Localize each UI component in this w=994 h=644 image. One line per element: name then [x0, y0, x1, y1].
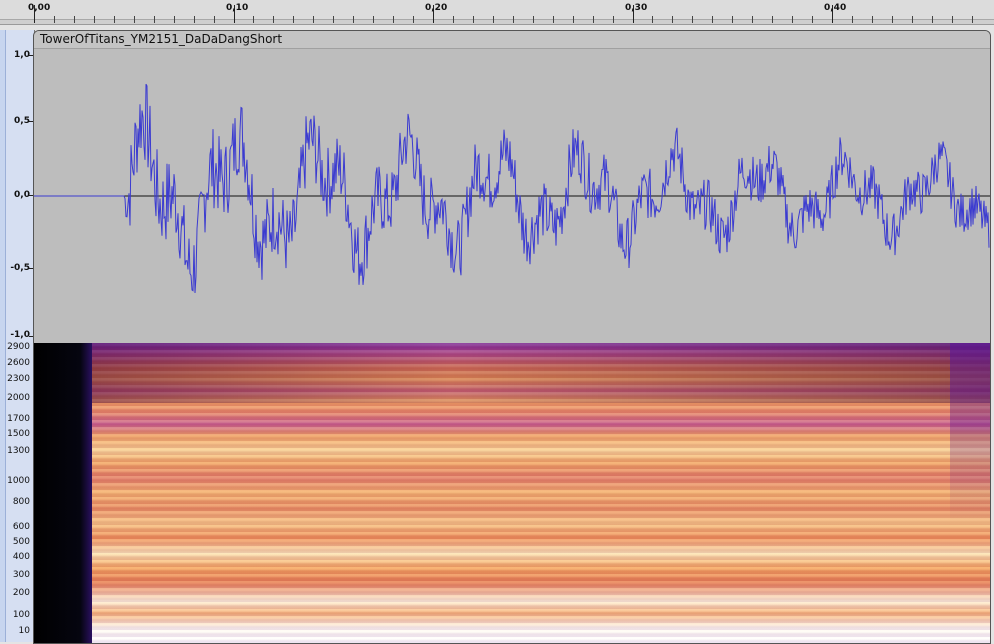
amp-label: 0,5: [14, 116, 30, 126]
timeline-minor-tick: [74, 16, 75, 23]
freq-label: 10: [18, 626, 30, 636]
freq-label: 1000: [7, 476, 30, 486]
timeline-minor-tick: [712, 16, 713, 23]
freq-label: 2600: [7, 358, 30, 368]
timeline-minor-tick: [752, 16, 753, 23]
timeline-minor-tick: [373, 16, 374, 23]
timeline-minor-tick: [932, 16, 933, 23]
track-control-strip[interactable]: [0, 30, 6, 642]
timeline-minor-tick: [293, 16, 294, 23]
timeline-minor-tick: [593, 16, 594, 23]
timeline-minor-tick: [473, 16, 474, 23]
timeline-minor-tick: [214, 16, 215, 23]
timeline-minor-tick: [253, 16, 254, 23]
amp-label: 0,0: [14, 190, 30, 200]
timeline-minor-tick: [573, 16, 574, 23]
timeline-minor-tick: [952, 16, 953, 23]
timeline-minor-tick: [353, 16, 354, 23]
spectrogram-right-edge: [950, 343, 990, 643]
timeline-label: 0,10: [226, 3, 249, 13]
timeline-ruler[interactable]: 0,00 0,10 0,20 0,30 0,40: [0, 0, 994, 25]
timeline-minor-tick: [872, 16, 873, 23]
timeline-minor-tick: [453, 16, 454, 23]
timeline-minor-tick: [613, 16, 614, 23]
timeline-minor-tick: [313, 16, 314, 23]
amp-label: -0,5: [10, 263, 30, 273]
freq-label: 600: [12, 522, 30, 532]
timeline-minor-tick: [134, 16, 135, 23]
timeline-minor-tick: [413, 16, 414, 23]
timeline-minor-tick: [672, 16, 673, 23]
timeline-minor-tick: [114, 16, 115, 23]
timeline-label: 0,40: [824, 3, 847, 13]
timeline-label: 0,30: [625, 3, 648, 13]
freq-label: 2000: [7, 393, 30, 403]
audio-track[interactable]: TowerOfTitans_YM2151_DaDaDangShort: [33, 30, 991, 644]
freq-label: 500: [12, 537, 30, 547]
freq-label: 800: [12, 497, 30, 507]
freq-label: 1500: [7, 429, 30, 439]
freq-label: 1300: [7, 446, 30, 456]
track-title-bar[interactable]: TowerOfTitans_YM2151_DaDaDangShort: [34, 31, 990, 49]
freq-label: 1700: [7, 414, 30, 424]
freq-label: 2900: [7, 342, 30, 352]
timeline-minor-tick: [553, 16, 554, 23]
freq-label: 100: [12, 610, 30, 620]
timeline-minor-tick: [912, 16, 913, 23]
timeline-bar[interactable]: [0, 19, 994, 24]
timeline-minor-tick: [852, 16, 853, 23]
freq-label: 200: [12, 588, 30, 598]
timeline-minor-tick: [94, 16, 95, 23]
timeline-minor-tick: [772, 16, 773, 23]
freq-label: 2300: [7, 374, 30, 384]
vertical-ruler[interactable]: 1,0 0,5 0,0 -0,5 -1,0 2900 2600 2300 200…: [0, 30, 35, 642]
freq-label: 400: [12, 552, 30, 562]
timeline-minor-tick: [792, 16, 793, 23]
timeline-minor-tick: [333, 16, 334, 23]
timeline-minor-tick: [692, 16, 693, 23]
timeline-minor-tick: [174, 16, 175, 23]
timeline-minor-tick: [732, 16, 733, 23]
timeline-label: 0,20: [425, 3, 448, 13]
timeline-minor-tick: [194, 16, 195, 23]
timeline-minor-tick: [533, 16, 534, 23]
amp-label: 1,0: [14, 50, 30, 60]
timeline-minor-tick: [513, 16, 514, 23]
timeline-label: 0,00: [28, 3, 51, 13]
timeline-minor-tick: [273, 16, 274, 23]
timeline-minor-tick: [154, 16, 155, 23]
timeline-minor-tick: [652, 16, 653, 23]
timeline-minor-tick: [493, 16, 494, 23]
spectrogram-high-band: [92, 343, 990, 403]
timeline-minor-tick: [54, 16, 55, 23]
spectrogram-silence: [34, 343, 92, 643]
amp-label: -1,0: [10, 330, 30, 340]
freq-label: 300: [12, 570, 30, 580]
timeline-minor-tick: [812, 16, 813, 23]
spectrogram-view[interactable]: [34, 343, 990, 643]
track-name[interactable]: TowerOfTitans_YM2151_DaDaDangShort: [40, 32, 282, 46]
waveform-view[interactable]: [34, 31, 990, 343]
timeline-minor-tick: [972, 16, 973, 23]
timeline-minor-tick: [892, 16, 893, 23]
timeline-minor-tick: [393, 16, 394, 23]
